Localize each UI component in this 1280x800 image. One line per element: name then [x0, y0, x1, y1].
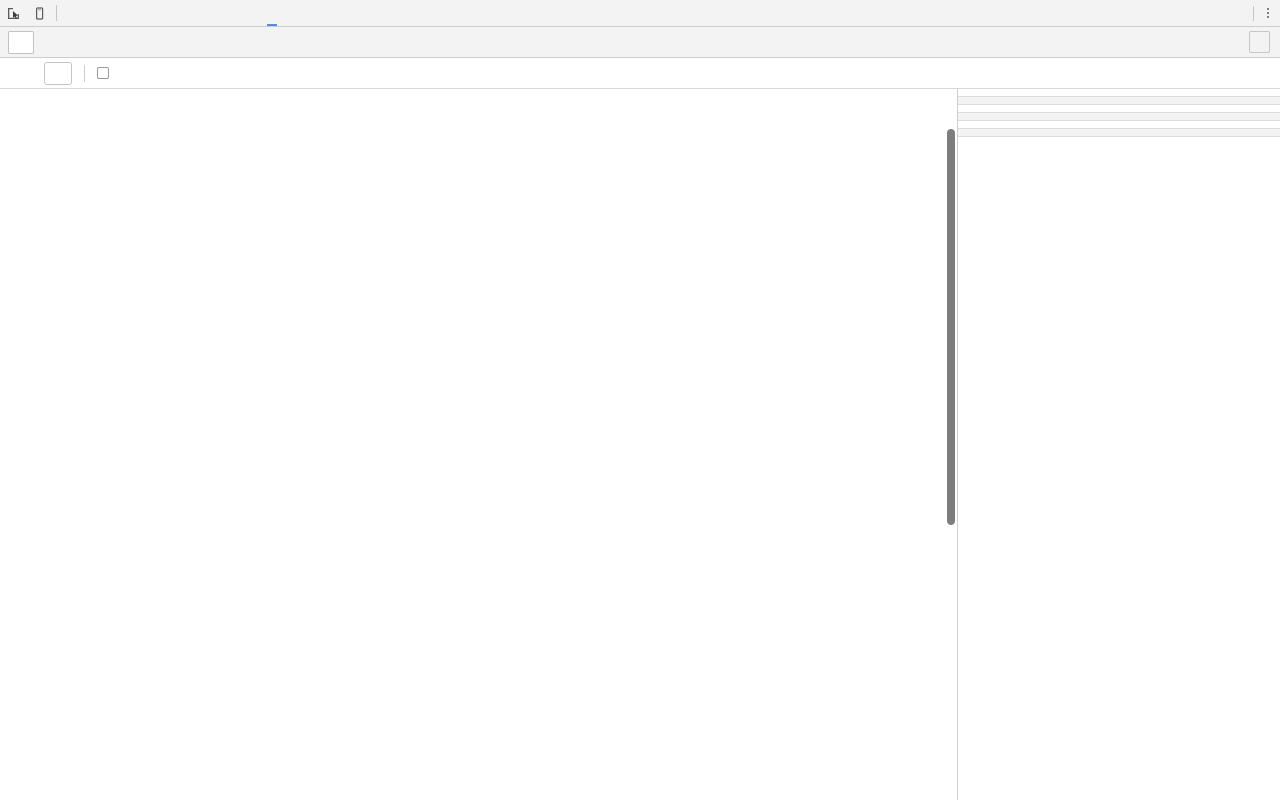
attributes-list-1 — [958, 105, 1280, 112]
inspect-element-icon[interactable] — [0, 0, 26, 26]
devtools-window — [0, 0, 1280, 800]
tab-sources[interactable] — [107, 0, 129, 26]
tabbar-spacer — [186, 27, 1249, 57]
tab-audits[interactable] — [239, 0, 261, 26]
attributes-list-2 — [958, 137, 1280, 144]
kebab-menu-icon[interactable] — [1256, 0, 1280, 27]
tab-storage[interactable] — [158, 31, 184, 54]
help-button[interactable] — [1249, 31, 1270, 53]
tab-event-log[interactable] — [98, 31, 124, 54]
devtools-tab-list — [63, 0, 1253, 26]
tab-performance[interactable] — [38, 31, 64, 54]
tab-console[interactable] — [85, 0, 107, 26]
toolbar-right-group — [1253, 0, 1280, 26]
component-detail-pane[interactable] — [958, 89, 1280, 800]
action-bar-divider — [84, 65, 85, 82]
component-tree-action-bar — [0, 58, 1280, 89]
panel-body — [0, 89, 1280, 800]
lightning-panel-tabbar — [0, 27, 1280, 58]
tab-network[interactable] — [129, 0, 151, 26]
component-tree — [0, 89, 957, 93]
tab-timeline[interactable] — [151, 0, 173, 26]
component-descriptor-block — [958, 89, 1280, 96]
super-section-header — [958, 112, 1280, 121]
expand-all-button[interactable] — [44, 62, 72, 85]
show-global-ids-toggle[interactable] — [97, 67, 115, 79]
toolbar-divider — [56, 5, 57, 21]
show-global-ids-checkbox[interactable] — [97, 67, 109, 79]
tab-elements[interactable] — [63, 0, 85, 26]
toolbar-divider-right — [1253, 6, 1254, 21]
tab-security[interactable] — [217, 0, 239, 26]
tab-transactions[interactable] — [68, 31, 94, 54]
super-descriptor-block — [958, 121, 1280, 128]
attributes-section-header-1 — [958, 96, 1280, 105]
devtools-toolbar — [0, 0, 1280, 27]
attributes-section-header-2 — [958, 128, 1280, 137]
tab-lightning[interactable] — [261, 0, 283, 26]
device-toolbar-icon[interactable] — [26, 0, 52, 26]
component-tree-pane[interactable] — [0, 89, 958, 800]
refresh-icon[interactable] — [10, 62, 36, 84]
tab-resources[interactable] — [195, 0, 217, 26]
tab-actions[interactable] — [128, 31, 154, 54]
tree-vertical-scrollbar[interactable] — [947, 129, 955, 525]
tab-profiles[interactable] — [173, 0, 195, 26]
tab-component-tree[interactable] — [8, 31, 34, 54]
